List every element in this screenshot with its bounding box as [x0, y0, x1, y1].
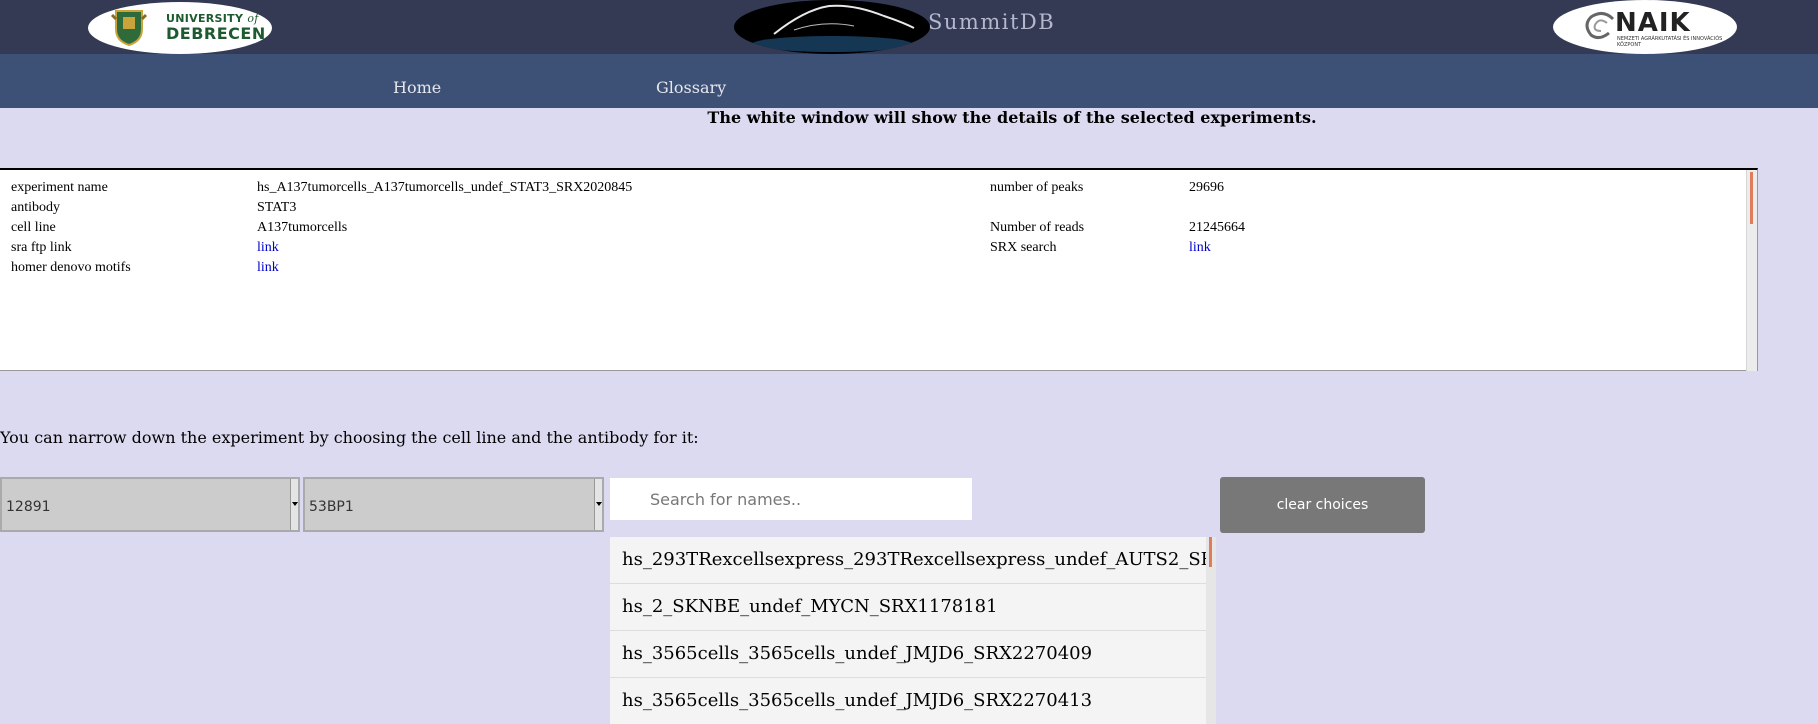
nav-home-link[interactable]: Home [393, 78, 441, 97]
scroll-thumb[interactable] [1750, 172, 1753, 224]
details-scrollbar[interactable] [1746, 170, 1757, 371]
site-title: SummitDB [928, 10, 1056, 34]
naik-logo[interactable]: NAIK NEMZETI AGRÁRKUTATÁSI ÉS INNOVÁCIÓS… [1553, 0, 1737, 54]
list-item[interactable]: hs_293TRexcellsexpress_293TRexcellsexpre… [610, 537, 1206, 584]
srx-search-label: SRX search [990, 240, 1057, 255]
summit-mountain-logo [734, 0, 930, 54]
peaks-value: 29696 [1189, 180, 1224, 195]
logo-debrecen-text: DEBRECEN [166, 24, 266, 43]
list-item[interactable]: hs_3565cells_3565cells_undef_JMJD6_SRX22… [610, 678, 1206, 724]
experiment-name-value: hs_A137tumorcells_A137tumorcells_undef_S… [257, 180, 633, 195]
clear-choices-button[interactable]: clear choices [1220, 477, 1425, 533]
university-of-debrecen-logo[interactable]: UNIVERSITY of DEBRECEN [88, 2, 272, 54]
narrow-down-instructions: You can narrow down the experiment by ch… [0, 428, 699, 447]
list-scrollbar[interactable] [1206, 537, 1216, 724]
antibody-label: antibody [11, 200, 60, 215]
experiment-name-label: experiment name [11, 180, 108, 195]
crest-icon [110, 10, 148, 47]
intro-text: The white window will show the details o… [707, 108, 1317, 127]
srx-search-link[interactable]: link [1189, 240, 1211, 256]
naik-wordmark: NAIK [1615, 8, 1691, 38]
list-item[interactable]: hs_2_SKNBE_undef_MYCN_SRX1178181 [610, 584, 1206, 631]
reads-label: Number of reads [990, 220, 1085, 235]
cell-line-value: A137tumorcells [257, 220, 348, 235]
cell-line-label: cell line [11, 220, 56, 235]
sra-ftp-label: sra ftp link [11, 240, 72, 255]
sra-ftp-link[interactable]: link [257, 240, 279, 256]
experiment-details-panel: experiment name hs_A137tumorcells_A137tu… [0, 168, 1758, 371]
naik-subtitle: NEMZETI AGRÁRKUTATÁSI ÉS INNOVÁCIÓS KÖZP… [1617, 36, 1723, 48]
peaks-label: number of peaks [990, 180, 1084, 195]
experiment-list: hs_293TRexcellsexpress_293TRexcellsexpre… [610, 537, 1216, 724]
chevron-down-icon [594, 479, 602, 530]
nav-glossary-link[interactable]: Glossary [656, 78, 726, 97]
list-item[interactable]: hs_3565cells_3565cells_undef_JMJD6_SRX22… [610, 631, 1206, 678]
cell-line-selected-value: 12891 [6, 499, 51, 515]
chevron-down-icon [290, 479, 298, 530]
nav-bar: Home Glossary [0, 54, 1818, 108]
top-header: UNIVERSITY of DEBRECEN SummitDB NAIK NEM… [0, 0, 1818, 54]
cell-line-select[interactable]: 12891 [0, 477, 300, 532]
antibody-select[interactable]: 53BP1 [303, 477, 604, 532]
mountain-icon [752, 4, 915, 52]
search-input[interactable] [610, 478, 972, 520]
homer-motifs-link[interactable]: link [257, 260, 279, 276]
antibody-selected-value: 53BP1 [309, 499, 354, 515]
scroll-thumb[interactable] [1209, 537, 1212, 567]
antibody-value: STAT3 [257, 200, 297, 215]
homer-motifs-label: homer denovo motifs [11, 260, 131, 275]
swirl-icon [1585, 12, 1615, 40]
reads-value: 21245664 [1189, 220, 1245, 235]
